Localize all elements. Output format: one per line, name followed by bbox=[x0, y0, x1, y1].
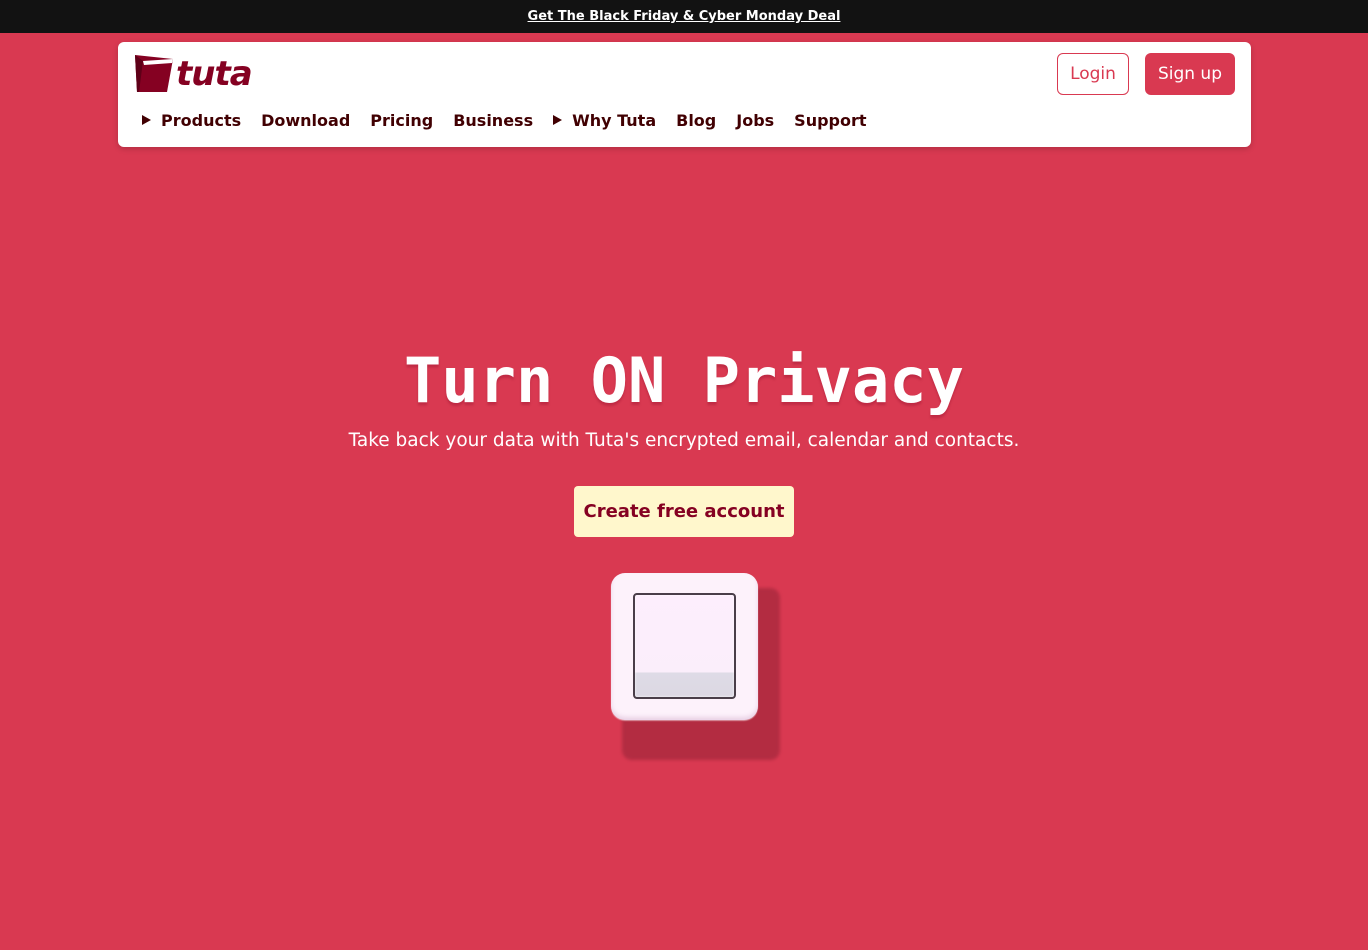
site-header: tuta Login Sign up Products Download Pri… bbox=[118, 42, 1251, 147]
nav-item-label: Download bbox=[261, 110, 351, 130]
nav-item-jobs[interactable]: Jobs bbox=[736, 111, 774, 130]
promo-banner: Get The Black Friday & Cyber Monday Deal bbox=[0, 0, 1368, 33]
nav-item-label: Business bbox=[453, 110, 534, 130]
tuta-logo-icon bbox=[135, 55, 173, 92]
hero-subtitle: Take back your data with Tuta's encrypte… bbox=[348, 430, 1020, 451]
nav-item-products[interactable]: Products bbox=[142, 111, 241, 130]
nav-item-label: Support bbox=[794, 110, 867, 130]
nav-item-label: Blog bbox=[676, 110, 717, 130]
nav-item-label: Products bbox=[161, 110, 242, 130]
nav-item-pricing[interactable]: Pricing bbox=[370, 111, 433, 130]
nav-item-support[interactable]: Support bbox=[794, 111, 866, 130]
nav-item-business[interactable]: Business bbox=[453, 111, 533, 130]
nav-item-blog[interactable]: Blog bbox=[676, 111, 716, 130]
create-account-button[interactable]: Create free account bbox=[574, 486, 794, 537]
hero-title: Turn ON Privacy bbox=[404, 344, 964, 417]
nav-item-label: Why Tuta bbox=[572, 110, 657, 130]
caret-right-icon bbox=[142, 115, 151, 125]
login-button[interactable]: Login bbox=[1057, 53, 1129, 95]
main-nav: Products Download Pricing Business Why T… bbox=[142, 108, 887, 132]
light-switch-icon[interactable] bbox=[611, 573, 758, 720]
nav-item-download[interactable]: Download bbox=[261, 111, 350, 130]
tuta-logo[interactable]: tuta bbox=[132, 53, 253, 95]
nav-item-label: Pricing bbox=[370, 110, 434, 130]
switch-rocker[interactable] bbox=[633, 593, 736, 699]
nav-item-label: Jobs bbox=[736, 110, 775, 130]
nav-item-why-tuta[interactable]: Why Tuta bbox=[553, 111, 656, 130]
promo-link[interactable]: Get The Black Friday & Cyber Monday Deal bbox=[528, 9, 841, 24]
caret-right-icon bbox=[553, 115, 563, 125]
logo-wordmark: tuta bbox=[176, 54, 253, 94]
auth-buttons: Login Sign up bbox=[1057, 53, 1235, 95]
signup-button[interactable]: Sign up bbox=[1144, 53, 1235, 95]
